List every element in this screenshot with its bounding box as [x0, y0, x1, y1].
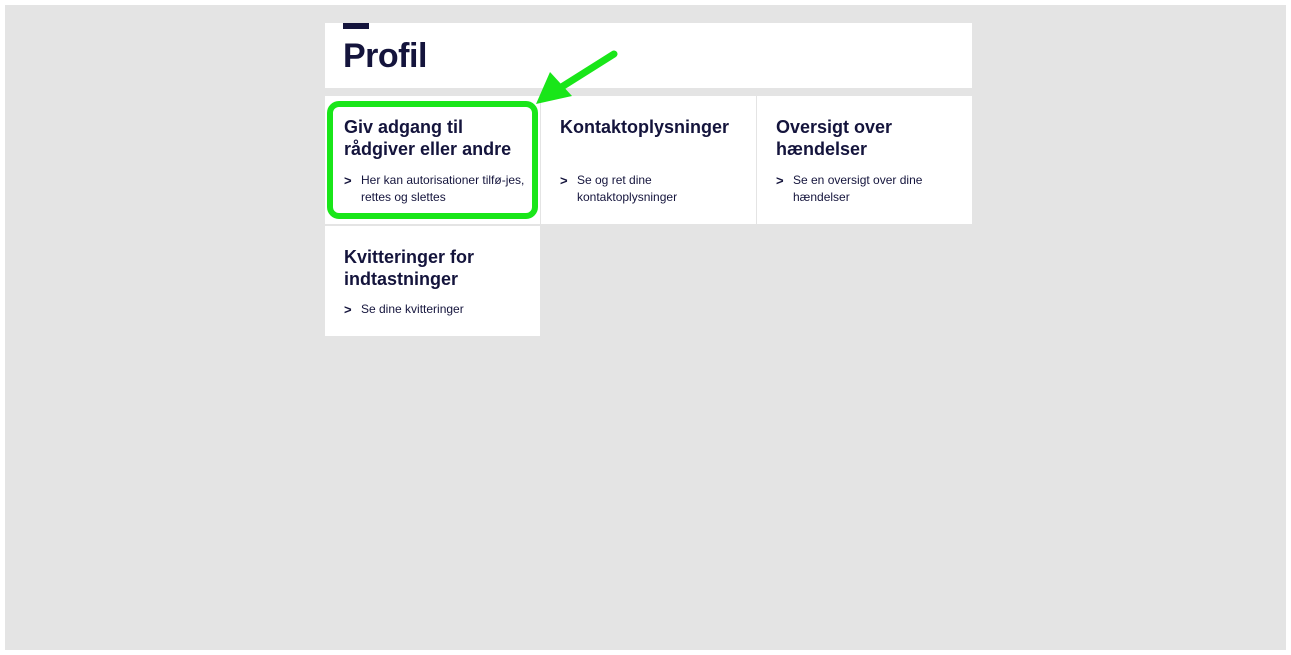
chevron-right-icon: > [776, 173, 784, 188]
card-title: Kontaktoplysninger [560, 117, 730, 137]
card-title: Oversigt over hændelser [776, 117, 893, 159]
card-title: Kvitteringer for indtastninger [344, 247, 475, 289]
card-link-text: Se en oversigt over dine hændelser [793, 173, 923, 204]
card-link-text: Se dine kvitteringer [361, 302, 464, 316]
card-link-text: Se og ret dine kontaktoplysninger [577, 173, 678, 204]
page-header: Profil [325, 23, 972, 88]
chevron-right-icon: > [560, 173, 568, 188]
card-link-haendelser[interactable]: > Se en oversigt over dine hændelser [776, 172, 956, 206]
page-title: Profil [343, 37, 427, 75]
card-kvitteringer[interactable]: Kvitteringer for indtastninger > Se dine… [325, 226, 540, 336]
arrow-icon [536, 50, 618, 104]
highlight-box [327, 101, 538, 219]
chevron-right-icon: > [344, 302, 352, 317]
page-background: Profil Giv adgang til rådgiver eller and… [5, 5, 1286, 650]
card-kontaktoplysninger[interactable]: Kontaktoplysninger > Se og ret dine kont… [541, 96, 756, 224]
card-link-kontaktoplysninger[interactable]: > Se og ret dine kontaktoplysninger [560, 172, 710, 206]
header-accent-bar [343, 23, 369, 29]
card-link-kvitteringer[interactable]: > Se dine kvitteringer [344, 301, 534, 318]
card-oversigt-haendelser[interactable]: Oversigt over hændelser > Se en oversigt… [757, 96, 972, 224]
